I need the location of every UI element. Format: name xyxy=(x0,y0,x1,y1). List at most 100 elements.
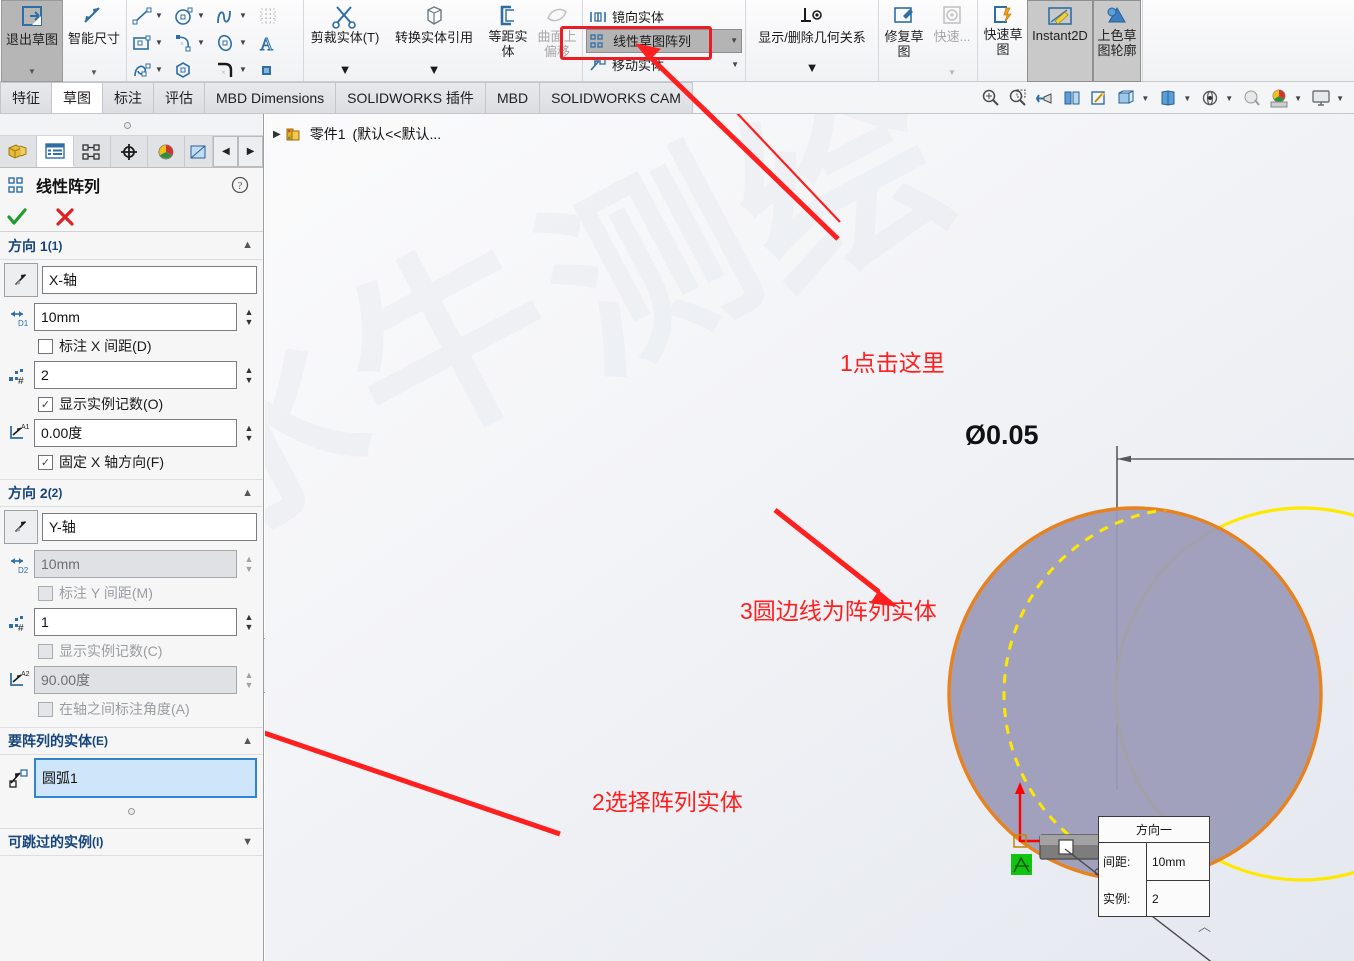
tab-mbd-dimensions[interactable]: MBD Dimensions xyxy=(204,82,336,113)
text-tool-button[interactable]: A xyxy=(257,29,299,56)
tab-evaluate[interactable]: 评估 xyxy=(153,82,205,113)
hide-show-caret[interactable]: ▼ xyxy=(1183,94,1191,103)
circle-tool-caret[interactable]: ▼ xyxy=(197,11,205,20)
direction1-angle-stepper[interactable]: ▲▼ xyxy=(241,419,257,447)
skipped-instances-expand-chevron[interactable]: ▼ xyxy=(242,836,253,848)
pm-tab-display-manager[interactable] xyxy=(185,136,213,167)
mirror-entities-button[interactable]: 镜向实体 xyxy=(586,5,742,29)
display-style-icon[interactable] xyxy=(1114,86,1138,110)
direction1-dim-x-spacing-checkbox[interactable] xyxy=(38,339,53,354)
pm-tab-feature-tree[interactable] xyxy=(0,136,37,167)
ellipse-tool-caret[interactable]: ▼ xyxy=(239,38,247,47)
move-entities-caret[interactable]: ▼ xyxy=(723,60,739,69)
direction1-fix-x-axis-checkbox-row[interactable]: ✓ 固定 X 轴方向(F) xyxy=(0,450,263,474)
edit-appearance-caret[interactable]: ▼ xyxy=(1225,94,1233,103)
direction1-axis-select-button[interactable] xyxy=(4,263,38,297)
arc-tool-button[interactable]: × ▼ xyxy=(173,29,215,56)
smart-dimension-button[interactable]: 智能尺寸 ▼ xyxy=(63,0,125,82)
linear-sketch-pattern-caret[interactable]: ▼ xyxy=(722,36,738,45)
direction-callout[interactable]: 方向一 间距: 10mm 实例: 2 xyxy=(1098,816,1210,917)
spline-surface-caret[interactable]: ▼ xyxy=(155,65,163,74)
direction1-instances-stepper[interactable]: ▲▼ xyxy=(241,361,257,389)
trim-entities-button[interactable]: 剪裁实体(T) ▼ xyxy=(305,0,385,82)
diameter-dimension-label[interactable]: Ø0.05 xyxy=(965,420,1039,451)
monitor-icon[interactable] xyxy=(1309,86,1333,110)
panel-splitter-handle[interactable] xyxy=(124,122,131,129)
entities-section-header[interactable]: 要阵列的实体 (E) ▲ xyxy=(0,727,263,755)
point-tool-button[interactable] xyxy=(257,56,299,83)
callout-instances-value[interactable]: 2 xyxy=(1146,880,1209,917)
rectangle-tool-button[interactable]: ▼ xyxy=(131,29,173,56)
pm-tab-appearances[interactable] xyxy=(148,136,185,167)
pm-tab-next-button[interactable]: ▶ xyxy=(238,136,263,167)
direction2-axis-select-button[interactable] xyxy=(4,510,38,544)
pm-tab-configuration[interactable] xyxy=(74,136,111,167)
monitor-caret[interactable]: ▼ xyxy=(1336,94,1344,103)
tab-solidworks-cam[interactable]: SOLIDWORKS CAM xyxy=(539,82,693,113)
circle-tool-button[interactable]: ▼ xyxy=(173,2,215,29)
view-orientation-icon[interactable] xyxy=(1087,86,1111,110)
direction2-collapse-chevron[interactable]: ▲ xyxy=(242,487,253,499)
tab-solidworks-addins[interactable]: SOLIDWORKS 插件 xyxy=(335,82,486,113)
rectangle-tool-caret[interactable]: ▼ xyxy=(155,38,163,47)
grid-tool-button[interactable] xyxy=(257,2,299,29)
entities-selection-field[interactable]: 圆弧1 xyxy=(34,758,257,798)
ok-button[interactable] xyxy=(6,207,28,227)
convert-entities-dropdown[interactable]: ▼ xyxy=(428,62,441,78)
previous-view-icon[interactable] xyxy=(1033,86,1057,110)
offset-entities-button[interactable]: 等距实体 xyxy=(483,0,533,82)
graphics-area[interactable]: 水 牛 测 绘 ▶ 零件1 (默认<<默认... xyxy=(265,114,1354,961)
sketch-fillet-tool-button[interactable]: × ▼ xyxy=(215,56,257,83)
callout-collapse-chevron[interactable]: ︿ xyxy=(1198,916,1211,935)
direction1-section-header[interactable]: 方向 1 (1) ▲ xyxy=(0,232,263,260)
direction1-instances-field[interactable]: 2 xyxy=(34,361,237,389)
hide-show-items-icon[interactable] xyxy=(1156,86,1180,110)
section-view-icon[interactable] xyxy=(1060,86,1084,110)
shaded-sketch-contours-button[interactable]: 上色草图轮廓 xyxy=(1093,0,1141,82)
pm-tab-property-manager[interactable] xyxy=(37,136,74,167)
convert-entities-button[interactable]: 转换实体引用 ▼ xyxy=(385,0,483,82)
zoom-to-fit-icon[interactable] xyxy=(979,86,1003,110)
relations-dropdown[interactable]: ▼ xyxy=(806,60,819,76)
help-question-icon[interactable]: ? xyxy=(231,176,249,194)
direction1-fix-x-axis-checkbox[interactable]: ✓ xyxy=(38,455,53,470)
arc-tool-caret[interactable]: ▼ xyxy=(197,38,205,47)
repair-sketch-button[interactable]: 修复草图 xyxy=(880,0,928,82)
spline-tool-button[interactable]: ▼ xyxy=(215,2,257,29)
spline-tool-caret[interactable]: ▼ xyxy=(239,11,247,20)
polygon-tool-button[interactable] xyxy=(173,56,215,83)
move-entities-button[interactable]: 移动实体 ▼ xyxy=(586,53,742,77)
quick-sketch-button[interactable]: 快速草图 xyxy=(979,0,1027,82)
direction1-spacing-stepper[interactable]: ▲▼ xyxy=(241,303,257,331)
line-tool-button[interactable]: ▼ xyxy=(131,2,173,29)
ellipse-tool-button[interactable]: ▼ xyxy=(215,29,257,56)
pm-tab-prev-button[interactable]: ◀ xyxy=(213,136,238,167)
instant2d-button[interactable]: Instant2D xyxy=(1027,0,1093,82)
tab-mbd[interactable]: MBD xyxy=(485,82,540,113)
direction1-dim-x-spacing-checkbox-row[interactable]: 标注 X 间距(D) xyxy=(0,334,263,358)
tab-markup[interactable]: 标注 xyxy=(102,82,154,113)
display-style-caret[interactable]: ▼ xyxy=(1141,94,1149,103)
direction2-section-header[interactable]: 方向 2 (2) ▲ xyxy=(0,479,263,507)
direction1-axis-field[interactable]: X-轴 xyxy=(42,266,257,294)
direction1-collapse-chevron[interactable]: ▲ xyxy=(242,239,253,251)
apply-scene-caret[interactable]: ▼ xyxy=(1294,94,1302,103)
tab-features[interactable]: 特征 xyxy=(0,82,52,113)
exit-sketch-button[interactable]: 退出草图 ▼ xyxy=(1,0,63,82)
direction1-display-count-checkbox-row[interactable]: ✓ 显示实例记数(O) xyxy=(0,392,263,416)
sketch-fillet-caret[interactable]: ▼ xyxy=(239,65,247,74)
panel-top-splitter[interactable] xyxy=(0,114,263,136)
trim-entities-dropdown[interactable]: ▼ xyxy=(339,62,352,78)
view-settings-icon[interactable] xyxy=(1267,86,1291,110)
tab-sketch[interactable]: 草图 xyxy=(51,82,103,113)
cancel-button[interactable] xyxy=(54,207,76,227)
apply-scene-icon[interactable] xyxy=(1240,86,1264,110)
spline-surface-tool-button[interactable]: ▼ xyxy=(131,56,173,83)
smart-dimension-dropdown[interactable]: ▼ xyxy=(90,65,98,82)
skipped-instances-section-header[interactable]: 可跳过的实例 (I) ▼ xyxy=(0,828,263,856)
display-delete-relations-button[interactable]: 显示/删除几何关系 ▼ xyxy=(747,0,877,82)
entities-resize-grip[interactable] xyxy=(0,801,263,818)
direction2-instances-stepper[interactable]: ▲▼ xyxy=(241,608,257,636)
edit-appearance-icon[interactable] xyxy=(1198,86,1222,110)
pm-tab-dimxpert[interactable] xyxy=(111,136,148,167)
